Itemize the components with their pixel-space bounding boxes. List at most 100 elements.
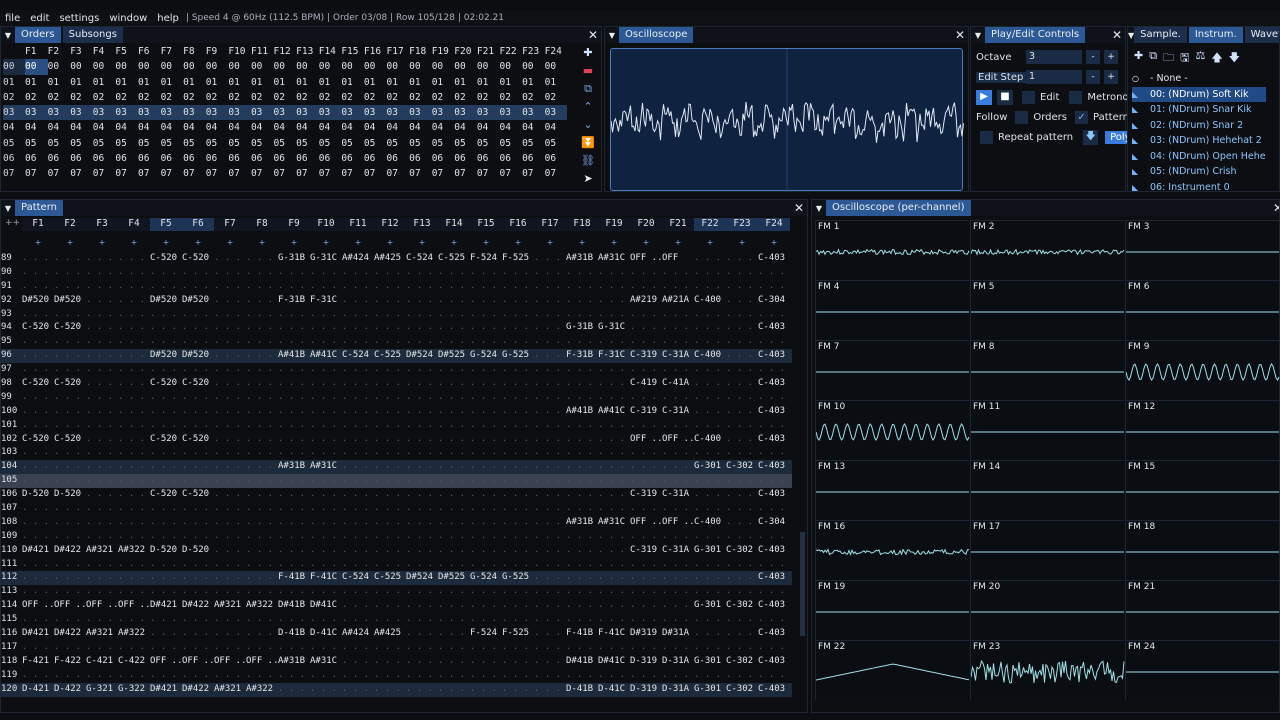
pattern-cell[interactable]: . . . . [534,294,566,308]
add-order-icon[interactable]: ✚ [581,45,595,61]
orders-grid[interactable]: F1 F2 F3 F4 F5 F6 F7 F8 F9 F10 F11 F12 F13 F14 F15 F16 F… [3,44,568,182]
pattern-cell[interactable]: . . . . [246,266,278,280]
pattern-cell[interactable]: F-31C [310,294,342,308]
order-cell[interactable]: 07 [183,166,206,181]
pattern-cell[interactable]: . . . . [566,363,598,377]
order-cell[interactable]: 05 [228,136,251,151]
pattern-cell[interactable]: . . . . [22,571,54,585]
pattern-cell[interactable]: . . . . [694,419,726,433]
close-icon[interactable]: ✕ [1112,27,1122,43]
pattern-cell[interactable]: . . . . [502,599,534,613]
order-cell[interactable]: 06 [228,151,251,166]
order-cell[interactable]: 05 [70,136,93,151]
pattern-cell[interactable]: G-524 [470,571,502,585]
pattern-cell[interactable]: A#321 [86,627,118,641]
pattern-cell[interactable]: D-41C [310,627,342,641]
pattern-cell[interactable]: . . . . [406,294,438,308]
order-cell[interactable]: 03 [522,105,545,120]
order-cell[interactable]: 02 [432,90,455,105]
pattern-cell[interactable]: . . . . [150,474,182,488]
pattern-cell[interactable]: G-31C [310,252,342,266]
pattern-cell[interactable]: . . . . [310,641,342,655]
pattern-cell[interactable]: . . . . [214,502,246,516]
pattern-cell[interactable]: C-400 [694,433,726,447]
pattern-cell[interactable]: . . . . [502,363,534,377]
pattern-cell[interactable]: C-520 [54,433,86,447]
order-cell[interactable]: 03 [183,105,206,120]
pattern-cell[interactable]: D#31A [662,627,694,641]
pattern-cell[interactable]: . . . . [86,502,118,516]
pattern-row[interactable]: 116 D#421 D#422 A#321 A#322. . . .. . . .. .… [0,627,792,641]
order-cell[interactable]: 01 [499,75,522,90]
pattern-row[interactable]: 106D-520D-520. . . .. . . .C-520C-520. .… [0,488,792,502]
pattern-cell[interactable]: . . . . [182,641,214,655]
expand-effects-icon[interactable]: + [630,238,662,247]
pattern-cell[interactable]: . . . . [502,321,534,335]
order-cell[interactable]: 03 [93,105,116,120]
instrument-none[interactable]: ○ - None - [1132,71,1266,87]
pattern-cell[interactable]: D#421 [150,599,182,613]
pattern-cell[interactable]: . . . . [118,474,150,488]
duplicate-icon[interactable]: ⧉ [1149,49,1157,68]
pattern-cell[interactable]: F-31C [598,349,630,363]
order-cell[interactable]: 03 [25,105,48,120]
pattern-cell[interactable]: . . . . [662,280,694,294]
order-cell[interactable]: 04 [161,120,184,135]
pattern-cell[interactable]: . . . . [54,308,86,322]
pattern-cell[interactable]: . . . . [406,433,438,447]
order-cell[interactable]: 02 [183,90,206,105]
pattern-cell[interactable]: D#422 [54,544,86,558]
order-cell[interactable]: 05 [296,136,319,151]
pattern-cell[interactable]: OFF .. [150,655,182,669]
pattern-cell[interactable]: . . . . [310,391,342,405]
order-cell[interactable]: 02 [93,90,116,105]
pattern-cell[interactable]: . . . . [726,558,758,572]
pattern-channel-header[interactable]: F13 [406,218,438,231]
pattern-cell[interactable]: . . . . [534,363,566,377]
pattern-cell[interactable]: D#524 [406,349,438,363]
order-cell[interactable]: 07 [341,166,364,181]
pattern-cell[interactable]: . . . . [406,405,438,419]
pattern-cell[interactable]: . . . . [694,613,726,627]
pattern-cell[interactable]: . . . . [694,308,726,322]
order-cell[interactable]: 04 [432,120,455,135]
pattern-cell[interactable]: . . . . [758,585,790,599]
pattern-cell[interactable]: . . . . [438,419,470,433]
pattern-cell[interactable]: . . . . [534,446,566,460]
pattern-cell[interactable]: . . . . [150,280,182,294]
tab-orders[interactable]: Orders [15,27,61,43]
pattern-cell[interactable]: . . . . [726,321,758,335]
pattern-cell[interactable]: . . . . [502,377,534,391]
order-cell[interactable]: 01 [183,75,206,90]
pattern-row[interactable]: 93. . . .. . . .. . . .. . . .. . . .. .… [0,308,792,322]
order-cell[interactable]: 06 [70,151,93,166]
pattern-cell[interactable]: . . . . [374,405,406,419]
remove-order-icon[interactable]: ▬ [581,63,595,79]
pattern-cell[interactable]: . . . . [662,419,694,433]
order-cell[interactable]: 01 [228,75,251,90]
pattern-cell[interactable]: . . . . [694,571,726,585]
order-cell[interactable]: 05 [48,136,71,151]
order-cell[interactable]: 05 [499,136,522,151]
pattern-cell[interactable]: . . . . [438,516,470,530]
order-cell[interactable]: 03 [274,105,297,120]
pattern-cell[interactable]: . . . . [214,641,246,655]
pattern-cell[interactable]: . . . . [374,308,406,322]
order-cell[interactable]: 04 [251,120,274,135]
pattern-cell[interactable]: F-41C [598,627,630,641]
pattern-cell[interactable]: . . . . [310,321,342,335]
pattern-row[interactable]: 105. . . .. . . .. . . .. . . .. . . .. … [0,474,792,489]
pattern-cell[interactable]: . . . . [310,530,342,544]
pattern-cell[interactable]: . . . . [406,377,438,391]
pattern-cell[interactable]: C-403 [758,349,790,363]
pattern-cell[interactable]: . . . . [342,335,374,349]
pattern-cell[interactable]: . . . . [438,599,470,613]
expand-effects-icon[interactable]: + [438,238,470,247]
pattern-cell[interactable]: . . . . [118,280,150,294]
pattern-cell[interactable]: . . . . [598,571,630,585]
order-cell[interactable]: 07 [454,166,477,181]
order-cell[interactable]: 02 [409,90,432,105]
pattern-cell[interactable]: . . . . [470,544,502,558]
pattern-cell[interactable]: A#21A [662,294,694,308]
order-row[interactable]: 07 07 07 07 07 07 07 07 07 07 07 07 07 07 07 07 07 07 07 07… [3,166,567,181]
